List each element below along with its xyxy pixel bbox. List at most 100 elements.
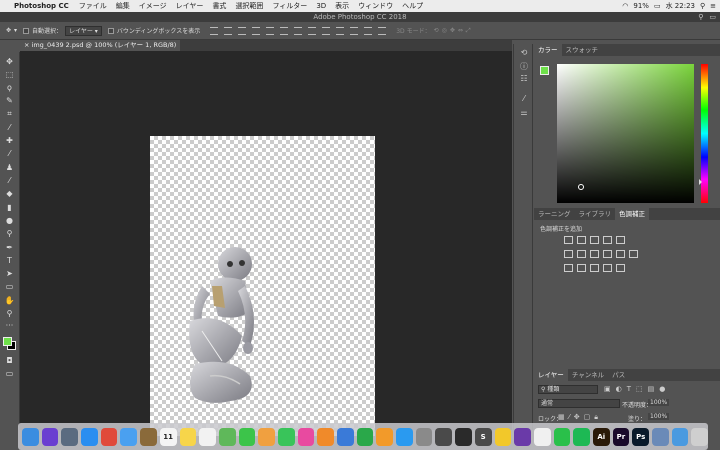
adjustment-filter-icon[interactable]: ◐ (616, 385, 622, 393)
distribute-top-icon[interactable] (294, 26, 303, 35)
menu-edit[interactable]: 編集 (116, 1, 130, 11)
brush-icon[interactable]: ⁄ (4, 148, 15, 159)
distribute-middle-icon[interactable] (308, 26, 317, 35)
lock-pixels-icon[interactable]: ⁄ (569, 413, 570, 422)
adjustments-icon[interactable]: ⚌ (519, 108, 529, 118)
align-bottom-icon[interactable] (238, 26, 247, 35)
posterize-icon[interactable] (577, 264, 586, 272)
dock-notes-brown-icon[interactable] (140, 427, 157, 446)
dock-appstore-icon[interactable] (396, 427, 413, 446)
clone-stamp-icon[interactable]: ♟ (4, 162, 15, 173)
info-icon[interactable]: ☷ (519, 74, 529, 84)
fill-field[interactable]: 100% (648, 413, 670, 420)
dock-pages-icon[interactable] (376, 427, 394, 446)
lock-transparency-icon[interactable]: ▦ (558, 413, 565, 422)
3d-roll-icon[interactable]: ◎ (442, 27, 447, 34)
tab-libraries[interactable]: ライブラリ (575, 208, 616, 220)
color-balance-icon[interactable] (577, 250, 586, 258)
spotlight-icon[interactable]: ⚲ (700, 2, 705, 10)
lasso-icon[interactable]: ϙ (4, 82, 15, 93)
align-middle-icon[interactable] (224, 26, 233, 35)
dock-sysprefs-icon[interactable] (415, 427, 433, 446)
quick-mask-icon[interactable]: ◘ (4, 355, 15, 366)
lock-all-icon[interactable]: 🔒︎ (594, 413, 598, 422)
auto-select-checkbox[interactable] (23, 27, 30, 34)
auto-align-icon[interactable] (378, 26, 387, 35)
exposure-icon[interactable] (603, 236, 612, 244)
layer-filter-dropdown[interactable]: ⚲ 種類 (538, 385, 598, 394)
dock-premiere-icon[interactable]: Pr (612, 427, 630, 446)
history-icon[interactable]: ⟲ (519, 48, 529, 58)
tab-channels[interactable]: チャンネル (568, 369, 608, 381)
menu-layer[interactable]: レイヤー (176, 1, 204, 11)
tab-layers[interactable]: レイヤー (534, 369, 568, 381)
dock-calendar-icon[interactable]: 11 (159, 427, 177, 446)
hand-icon[interactable]: ✋ (4, 295, 15, 306)
tab-paths[interactable]: パス (608, 369, 629, 381)
crop-icon[interactable]: ⌗ (4, 108, 15, 119)
eraser-icon[interactable]: ◆ (4, 188, 15, 199)
clock[interactable]: 水 22:23 (666, 1, 695, 11)
dock-terminal-icon[interactable] (455, 427, 472, 446)
wifi-icon[interactable]: ◠ (622, 2, 628, 10)
smart-filter-icon[interactable]: ▤ (648, 385, 655, 393)
distribute-left-icon[interactable] (336, 26, 345, 35)
foreground-color-swatch[interactable] (3, 337, 12, 346)
dock-ibooks-icon[interactable] (317, 427, 334, 446)
distribute-right-icon[interactable] (364, 26, 373, 35)
align-right-icon[interactable] (280, 26, 289, 35)
align-top-icon[interactable] (210, 26, 219, 35)
color-picker-cursor[interactable] (578, 184, 584, 190)
dodge-icon[interactable]: ⚲ (4, 228, 15, 239)
gradient-icon[interactable]: ▮ (4, 202, 15, 213)
dock-finder-icon[interactable] (22, 427, 39, 446)
3d-pan-icon[interactable]: ✥ (450, 27, 455, 34)
dock-launchpad-icon[interactable] (61, 427, 79, 446)
marquee-icon[interactable]: ⬚ (4, 69, 15, 80)
battery-percent[interactable]: 91% (633, 2, 649, 10)
dock-atom-icon[interactable] (435, 427, 453, 446)
3d-scale-icon[interactable]: ⤢ (466, 27, 471, 35)
dock-safari-icon[interactable] (81, 427, 98, 446)
lock-artboard-icon[interactable]: ▢ (584, 413, 591, 422)
blend-mode-dropdown[interactable]: 通常 (538, 399, 620, 408)
vibrance-icon[interactable] (616, 236, 625, 244)
rectangle-icon[interactable]: ▭ (4, 281, 15, 292)
move-icon[interactable]: ✥ (4, 56, 15, 67)
battery-icon[interactable]: ▭ (654, 2, 661, 10)
brushes-icon[interactable]: ⁄ (519, 94, 529, 104)
shape-filter-icon[interactable]: ⬚ (636, 385, 643, 393)
tab-swatches[interactable]: スウォッチ (562, 44, 603, 56)
dock-notes-icon[interactable] (179, 427, 197, 446)
pen-icon[interactable]: ✒ (4, 242, 15, 253)
invert-icon[interactable] (564, 264, 573, 272)
threshold-icon[interactable] (590, 264, 599, 272)
dock-itunes-icon[interactable] (297, 427, 315, 446)
dock-folder-icon[interactable] (671, 427, 689, 446)
menu-help[interactable]: ヘルプ (402, 1, 423, 11)
opacity-field[interactable]: 100% (648, 399, 670, 406)
eyedropper-icon[interactable]: ⁄ (4, 122, 15, 133)
dock-illustrator-icon[interactable]: Ai (592, 427, 610, 446)
channel-mixer-icon[interactable] (616, 250, 625, 258)
dock-photoshop-icon[interactable]: Ps (632, 427, 649, 446)
search-icon[interactable]: ⚲ (698, 12, 703, 22)
pixel-filter-icon[interactable]: ▣ (604, 385, 611, 393)
menu-3d[interactable]: 3D (316, 2, 326, 10)
black-white-icon[interactable] (590, 250, 599, 258)
tab-color[interactable]: カラー (534, 44, 562, 56)
color-lookup-icon[interactable] (629, 250, 638, 258)
color-picker-field[interactable] (557, 64, 694, 203)
dock-photos-icon[interactable] (258, 427, 275, 446)
menu-image[interactable]: イメージ (139, 1, 167, 11)
dock-spotify-icon[interactable] (573, 427, 590, 446)
dock-line-icon[interactable] (553, 427, 571, 446)
dock-facetime-icon[interactable] (238, 427, 256, 446)
dock-sublime-icon[interactable]: S (474, 427, 492, 446)
history-brush-icon[interactable]: ⁄ (4, 175, 15, 186)
document-canvas[interactable] (150, 136, 375, 436)
menu-view[interactable]: 表示 (335, 1, 349, 11)
quick-select-icon[interactable]: ✎ (4, 95, 15, 106)
tab-learn[interactable]: ラーニング (534, 208, 575, 220)
move-tool-icon[interactable]: ✥ (6, 27, 11, 34)
